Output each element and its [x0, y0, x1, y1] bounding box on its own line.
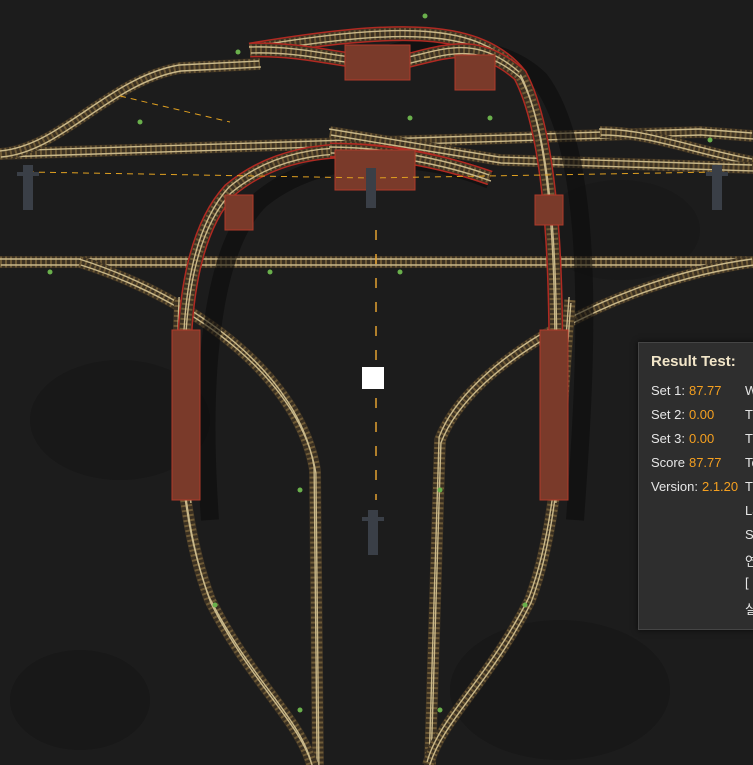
side-column-char: Tc: [745, 455, 753, 470]
cursor-square[interactable]: [362, 367, 384, 389]
rail-track: [0, 58, 261, 160]
panel-title: Result Test:: [651, 353, 736, 370]
side-column-char: La: [745, 503, 753, 518]
elevated-shadows: [197, 37, 594, 521]
result-test-panel: Result Test: Set 1: 87.77 Set 2: 0.00 Set …: [638, 342, 753, 630]
set2-row: Set 2: 0.00: [651, 407, 714, 425]
set1-value: 87.77: [688, 383, 722, 398]
side-column-char: S: [745, 527, 753, 542]
side-column-char: Ti: [745, 407, 753, 422]
score-row: Score 87.77: [651, 455, 722, 473]
set2-value: 0.00: [688, 407, 715, 422]
version-row: Version: 2.1.20: [651, 479, 738, 497]
side-column-char: Tr: [745, 479, 753, 494]
set3-value: 0.00: [688, 431, 715, 446]
side-column-char: T: [745, 431, 753, 446]
version-value: 2.1.20: [701, 479, 739, 494]
set2-label: Set 2:: [651, 407, 685, 422]
set3-row: Set 3: 0.00: [651, 431, 714, 449]
score-value: 87.77: [688, 455, 722, 470]
rail-line: [250, 35, 558, 504]
side-column-char: 실: [745, 599, 753, 618]
side-column-char: 연: [745, 551, 753, 570]
score-label: Score: [651, 455, 685, 470]
version-label: Version:: [651, 479, 698, 494]
set1-row: Set 1: 87.77: [651, 383, 722, 401]
set1-label: Set 1:: [651, 383, 685, 398]
side-column-char: W: [745, 383, 753, 398]
set3-label: Set 3:: [651, 431, 685, 446]
side-column-char: [: [745, 575, 749, 590]
